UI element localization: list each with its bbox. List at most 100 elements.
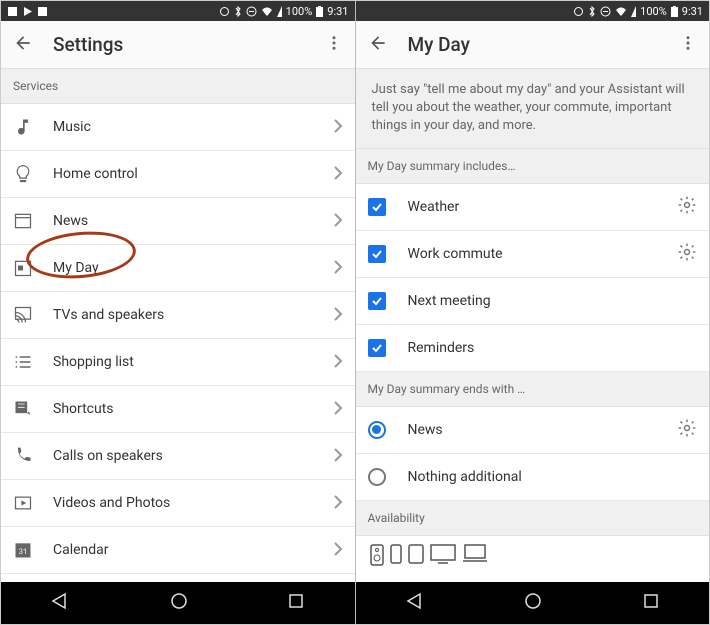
chevron-right-icon xyxy=(333,259,343,278)
chevron-right-icon xyxy=(333,306,343,325)
checkbox-icon xyxy=(368,245,386,263)
gear-icon xyxy=(677,195,697,215)
nav-back-button[interactable] xyxy=(50,591,70,615)
item-label: Shortcuts xyxy=(53,401,333,417)
gear-button[interactable] xyxy=(677,195,697,219)
services-header: Services xyxy=(1,69,355,104)
settings-item-shortcuts[interactable]: Shortcuts xyxy=(1,386,355,433)
battery-icon xyxy=(671,6,678,17)
video-icon xyxy=(13,493,53,513)
includes-header: My Day summary includes… xyxy=(356,149,710,184)
phone-icon xyxy=(13,446,53,466)
ends-list: News Nothing additional xyxy=(356,407,710,501)
settings-item-calendar[interactable]: 31 Calendar xyxy=(1,527,355,574)
image2-icon xyxy=(37,6,48,17)
wifi-icon xyxy=(261,6,273,17)
phone-device-icon xyxy=(390,544,402,564)
check-work-commute[interactable]: Work commute xyxy=(356,231,710,278)
back-button[interactable] xyxy=(368,33,388,57)
settings-item-videos-photos[interactable]: Videos and Photos xyxy=(1,480,355,527)
nav-recent-button[interactable] xyxy=(287,592,305,614)
more-button[interactable] xyxy=(679,34,697,56)
more-button[interactable] xyxy=(325,34,343,56)
chevron-right-icon xyxy=(333,541,343,560)
status-bar: 100% 9:31 xyxy=(1,1,355,21)
availability-header: Availability xyxy=(356,501,710,536)
list-icon xyxy=(13,352,53,372)
check-label: Weather xyxy=(408,199,670,215)
chevron-right-icon xyxy=(333,118,343,137)
shortcuts-icon xyxy=(13,399,53,419)
square-recent-icon xyxy=(287,592,305,610)
chevron-right-icon xyxy=(333,400,343,419)
nav-back-button[interactable] xyxy=(405,591,425,615)
check-label: Reminders xyxy=(408,340,698,356)
settings-item-music[interactable]: Music xyxy=(1,104,355,151)
item-label: Home control xyxy=(53,166,333,182)
wifi-icon xyxy=(615,6,627,17)
more-vert-icon xyxy=(325,34,343,52)
item-label: Calendar xyxy=(53,542,333,558)
phone-settings: 100% 9:31 Settings Services Music xyxy=(1,1,355,624)
radio-label: News xyxy=(408,422,670,438)
app-bar: My Day xyxy=(356,21,710,69)
today-icon xyxy=(13,258,53,278)
more-vert-icon xyxy=(679,34,697,52)
back-button[interactable] xyxy=(13,33,33,57)
radio-icon xyxy=(368,421,386,439)
item-label: News xyxy=(53,213,333,229)
play-icon xyxy=(22,6,33,17)
cast-icon xyxy=(13,305,53,325)
check-label: Next meeting xyxy=(408,293,698,309)
phone-my-day: 100% 9:31 My Day Just say "tell me about… xyxy=(355,1,710,624)
chevron-right-icon xyxy=(333,165,343,184)
chevron-right-icon xyxy=(333,494,343,513)
check-weather[interactable]: Weather xyxy=(356,184,710,231)
bluetooth-icon xyxy=(234,6,242,17)
image-icon xyxy=(7,6,18,17)
settings-item-shopping-list[interactable]: Shopping list xyxy=(1,339,355,386)
check-next-meeting[interactable]: Next meeting xyxy=(356,278,710,325)
refresh-icon xyxy=(573,6,584,17)
intro-text: Just say "tell me about my day" and your… xyxy=(356,69,710,149)
settings-item-calls-speakers[interactable]: Calls on speakers xyxy=(1,433,355,480)
item-label: Music xyxy=(53,119,333,135)
nav-bar xyxy=(1,582,355,624)
settings-item-my-day[interactable]: My Day xyxy=(1,245,355,292)
signal-icon xyxy=(631,6,636,17)
radio-news[interactable]: News xyxy=(356,407,710,454)
chevron-right-icon xyxy=(333,212,343,231)
back-arrow-icon xyxy=(368,33,388,53)
radio-nothing[interactable]: Nothing additional xyxy=(356,454,710,501)
clock: 9:31 xyxy=(682,5,703,18)
page-title: My Day xyxy=(408,33,680,56)
svg-text:31: 31 xyxy=(19,547,27,556)
gear-button[interactable] xyxy=(677,242,697,266)
clock: 9:31 xyxy=(327,5,348,18)
checkbox-icon xyxy=(368,292,386,310)
item-label: TVs and speakers xyxy=(53,307,333,323)
battery-pct: 100% xyxy=(640,5,667,18)
radio-icon xyxy=(368,468,386,486)
chevron-right-icon xyxy=(333,353,343,372)
item-label: My Day xyxy=(53,260,333,276)
check-reminders[interactable]: Reminders xyxy=(356,325,710,372)
settings-item-home-control[interactable]: Home control xyxy=(1,151,355,198)
tv-icon xyxy=(430,544,456,564)
nav-home-button[interactable] xyxy=(523,591,543,615)
triangle-back-icon xyxy=(405,591,425,611)
tablet-icon xyxy=(408,544,424,564)
nav-recent-button[interactable] xyxy=(642,592,660,614)
nav-home-button[interactable] xyxy=(169,591,189,615)
settings-item-tvs-speakers[interactable]: TVs and speakers xyxy=(1,292,355,339)
refresh-icon xyxy=(219,6,230,17)
checkbox-icon xyxy=(368,339,386,357)
checkbox-icon xyxy=(368,198,386,216)
item-label: Shopping list xyxy=(53,354,333,370)
ends-header: My Day summary ends with … xyxy=(356,372,710,407)
settings-item-news[interactable]: News xyxy=(1,198,355,245)
battery-pct: 100% xyxy=(286,5,313,18)
radio-label: Nothing additional xyxy=(408,469,698,485)
gear-button[interactable] xyxy=(677,418,697,442)
circle-home-icon xyxy=(169,591,189,611)
